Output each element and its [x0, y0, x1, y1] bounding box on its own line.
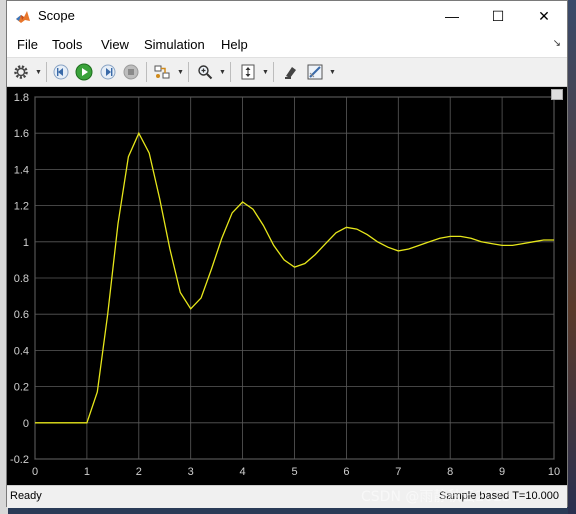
- step-forward-button[interactable]: [98, 62, 118, 82]
- x-tick-label: 8: [447, 466, 453, 478]
- close-icon: ✕: [538, 7, 550, 24]
- y-tick-label: 0.6: [14, 309, 29, 321]
- x-tick-label: 9: [499, 466, 505, 478]
- autoscale-button[interactable]: [238, 62, 258, 82]
- x-tick-label: 1: [84, 466, 90, 478]
- step-back-icon: [53, 64, 69, 80]
- toolbar-separator: [188, 62, 189, 82]
- menu-bar: File Tools View Simulation Help ↘: [7, 31, 567, 58]
- x-tick-label: 10: [548, 466, 560, 478]
- toolbar-separator: [46, 62, 47, 82]
- signal-selector-button[interactable]: [152, 62, 172, 82]
- close-button[interactable]: ✕: [521, 1, 567, 31]
- scope-chart[interactable]: 0 1 2 3 4 5 6 7 8 9 10-0.200.20.40.60.811.21.41.61…: [7, 87, 567, 485]
- run-button[interactable]: [74, 62, 94, 82]
- autoscale-icon: [241, 64, 255, 80]
- y-tick-label: 1.8: [14, 92, 29, 104]
- plot-area[interactable]: 0 1 2 3 4 5 6 7 8 9 10 -0.2 0 0.2 0.4 0.6 0.8 1 1.2 1.4 1.6 1…: [7, 87, 567, 485]
- menu-file[interactable]: File: [17, 37, 38, 52]
- x-tick-label: 7: [395, 466, 401, 478]
- highlight-icon: [285, 67, 296, 79]
- toolbar: ▼ ▼ ▼ ▼ ▼: [7, 58, 567, 87]
- menu-help[interactable]: Help: [221, 37, 248, 52]
- zoom-icon: [198, 65, 213, 80]
- undock-icon[interactable]: ↘: [553, 38, 561, 49]
- toolbar-separator: [230, 62, 231, 82]
- minimize-icon: —: [445, 8, 459, 24]
- maximize-icon: ☐: [491, 7, 505, 24]
- stop-icon: [123, 64, 139, 80]
- run-icon: [75, 63, 93, 81]
- step-forward-icon: [100, 64, 116, 80]
- scope-window: Scope — ☐ ✕ File Tools View Simulation H…: [6, 0, 568, 508]
- settings-dropdown-icon[interactable]: ▼: [35, 69, 42, 76]
- highlight-button[interactable]: [281, 62, 301, 82]
- toolbar-separator: [146, 62, 147, 82]
- title-bar[interactable]: Scope — ☐ ✕: [7, 1, 567, 31]
- signal-selector-dropdown-icon[interactable]: ▼: [177, 69, 184, 76]
- triggers-button[interactable]: [305, 62, 325, 82]
- triggers-icon: [307, 64, 323, 80]
- stop-button[interactable]: [121, 62, 141, 82]
- autoscale-dropdown-icon[interactable]: ▼: [262, 69, 269, 76]
- x-tick-label: 4: [240, 466, 246, 478]
- x-tick-label: 3: [188, 466, 194, 478]
- y-tick-label: 1.4: [14, 164, 29, 176]
- y-tick-label: 1: [23, 237, 29, 249]
- maximize-button[interactable]: ☐: [475, 1, 521, 31]
- y-tick-label: 1.2: [14, 201, 29, 213]
- x-tick-label: 0: [32, 466, 38, 478]
- zoom-button[interactable]: [195, 62, 215, 82]
- settings-icon: [14, 65, 28, 79]
- menu-simulation[interactable]: Simulation: [144, 37, 205, 52]
- watermark-text: CSDN @雨静秋云2023: [361, 489, 511, 505]
- y-tick-label: 0: [23, 418, 29, 430]
- menu-view[interactable]: View: [101, 37, 129, 52]
- zoom-dropdown-icon[interactable]: ▼: [219, 69, 226, 76]
- toolbar-separator: [273, 62, 274, 82]
- y-tick-label: 0.4: [14, 345, 29, 357]
- minimize-button[interactable]: —: [429, 1, 475, 31]
- menu-tools[interactable]: Tools: [52, 37, 82, 52]
- status-ready: Ready: [10, 490, 42, 502]
- settings-button[interactable]: [11, 62, 31, 82]
- x-tick-label: 6: [343, 466, 349, 478]
- matlab-logo-icon: [16, 11, 30, 23]
- window-title: Scope: [38, 8, 75, 23]
- x-tick-label: 2: [136, 466, 142, 478]
- y-tick-label: 1.6: [14, 128, 29, 140]
- triggers-dropdown-icon[interactable]: ▼: [329, 69, 336, 76]
- x-tick-label: 5: [291, 466, 297, 478]
- y-tick-label: 0.2: [14, 382, 29, 394]
- y-tick-label: 0.8: [14, 273, 29, 285]
- y-tick-label: -0.2: [10, 454, 29, 466]
- desktop-background-right: [568, 0, 576, 514]
- step-back-button[interactable]: [51, 62, 71, 82]
- restore-axes-icon[interactable]: [551, 89, 563, 100]
- signal-selector-icon: [154, 65, 170, 79]
